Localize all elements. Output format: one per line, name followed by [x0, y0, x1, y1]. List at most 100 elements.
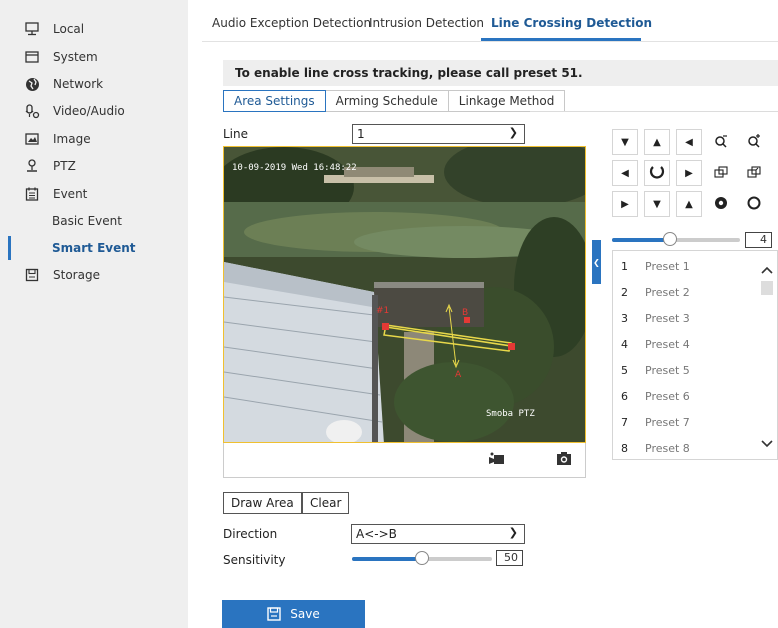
preset-number: 3: [621, 311, 628, 325]
ptz-speed-slider-handle[interactable]: [662, 232, 677, 246]
chevron-down-icon[interactable]: [761, 437, 773, 451]
ptz-speed-slider-fill: [612, 238, 670, 242]
preset-name: Preset 2: [645, 285, 690, 299]
sidebar-item-network[interactable]: Network: [24, 71, 103, 97]
iris-open-button[interactable]: [741, 191, 767, 217]
line-point-label: #1: [376, 306, 389, 316]
focus-far-button[interactable]: [741, 160, 767, 186]
preset-number: 2: [621, 285, 628, 299]
line-select[interactable]: 1 ❯: [352, 124, 525, 144]
ptz-auto-scan-button[interactable]: [644, 160, 670, 186]
image-icon: [24, 131, 40, 147]
ptz-down-left-button[interactable]: ▶: [612, 191, 638, 217]
preset-row[interactable]: 8 Preset 8: [613, 435, 758, 459]
chevron-up-icon[interactable]: [761, 263, 773, 277]
subtab-arming-schedule[interactable]: Arming Schedule: [325, 90, 449, 112]
tab-audio-exception-detection[interactable]: Audio Exception Detection: [212, 16, 371, 30]
ptz-up-right-button[interactable]: ◀: [676, 129, 702, 155]
ptz-up-button[interactable]: ▲: [644, 129, 670, 155]
preset-row[interactable]: 6 Preset 6: [613, 383, 758, 409]
preset-name: Preset 8: [645, 441, 690, 455]
preset-number: 4: [621, 337, 628, 351]
preset-row[interactable]: 3 Preset 3: [613, 305, 758, 331]
preset-name: Preset 3: [645, 311, 690, 325]
ptz-speed-slider[interactable]: [612, 232, 740, 246]
ptz-speed-value[interactable]: 4: [745, 232, 772, 248]
ptz-down-right-button[interactable]: ▲: [676, 191, 702, 217]
subtab-linkage-method[interactable]: Linkage Method: [448, 90, 566, 112]
iris-close-button[interactable]: [708, 191, 734, 217]
tab-intrusion-detection[interactable]: Intrusion Detection: [369, 16, 484, 30]
preset-row[interactable]: 2 Preset 2: [613, 279, 758, 305]
sensitivity-value[interactable]: 50: [496, 550, 523, 566]
direction-select-value: A<->B: [356, 527, 397, 541]
ptz-icon: [24, 158, 40, 174]
ptz-down-button[interactable]: ▼: [644, 191, 670, 217]
preset-name: Preset 7: [645, 415, 690, 429]
sidebar-item-label: PTZ: [53, 159, 76, 173]
preset-row[interactable]: 7 Preset 7: [613, 409, 758, 435]
zoom-out-button[interactable]: [708, 129, 734, 155]
sidebar-item-label: Network: [53, 77, 104, 91]
calendar-icon: [24, 186, 40, 202]
line-select-value: 1: [357, 127, 365, 141]
monitor-icon: [24, 21, 40, 37]
sidebar-subitem-basic-event[interactable]: Basic Event: [52, 208, 122, 234]
osd-timestamp: 10-09-2019 Wed 16:48:22: [232, 163, 357, 173]
sidebar-item-label: Event: [53, 187, 88, 201]
preset-row[interactable]: 1 Preset 1: [613, 253, 758, 279]
arrow-down-left-icon: ▶: [621, 198, 629, 210]
preset-scrollbar[interactable]: [757, 251, 777, 459]
save-button[interactable]: Save: [222, 600, 365, 628]
subtab-area-settings[interactable]: Area Settings: [223, 90, 326, 112]
collapse-ptz-panel-button[interactable]: ❮: [592, 240, 601, 284]
preset-number: 1: [621, 259, 628, 273]
ptz-left-button[interactable]: ◀: [612, 160, 638, 186]
sidebar-item-local[interactable]: Local: [24, 16, 84, 42]
sidebar-item-image[interactable]: Image: [24, 126, 91, 152]
ptz-right-button[interactable]: ▶: [676, 160, 702, 186]
line-label: Line: [223, 127, 249, 141]
sidebar-item-video-audio[interactable]: Video/Audio: [24, 98, 125, 124]
preset-number: 8: [621, 441, 628, 455]
save-label: Save: [290, 607, 320, 621]
iris-close-icon: [714, 196, 728, 213]
camera-icon[interactable]: [556, 451, 572, 469]
zoom-in-icon: [747, 133, 761, 151]
draw-area-button[interactable]: Draw Area: [223, 492, 302, 514]
live-video[interactable]: #1 B A 10-09-2019 Wed 16:48:22 Smoba PTZ: [223, 146, 586, 443]
arrow-up-left-icon: ▼: [621, 136, 629, 148]
sidebar-item-label: Image: [53, 132, 91, 146]
storage-icon: [24, 267, 40, 283]
sidebar: Local System Network Video/Audio Image P…: [0, 0, 188, 628]
direction-select[interactable]: A<->B ❯: [351, 524, 525, 544]
tab-line-crossing-detection[interactable]: Line Crossing Detection: [491, 16, 652, 30]
sidebar-item-ptz[interactable]: PTZ: [24, 153, 76, 179]
clear-button[interactable]: Clear: [302, 492, 350, 514]
subtabs-divider: [530, 111, 778, 112]
preset-row[interactable]: 5 Preset 5: [613, 357, 758, 383]
line-label-a: A: [455, 370, 462, 380]
sidebar-item-label: Smart Event: [52, 241, 136, 255]
sensitivity-slider-handle[interactable]: [415, 551, 429, 565]
settings-subtabs: Area Settings Arming Schedule Linkage Me…: [223, 90, 566, 112]
preset-number: 5: [621, 363, 628, 377]
zoom-in-button[interactable]: [741, 129, 767, 155]
sidebar-item-system[interactable]: System: [24, 44, 98, 70]
focus-near-button[interactable]: [708, 160, 734, 186]
sidebar-subitem-smart-event[interactable]: Smart Event: [52, 235, 136, 261]
preset-name: Preset 5: [645, 363, 690, 377]
preset-row[interactable]: 4 Preset 4: [613, 331, 758, 357]
preset-number: 7: [621, 415, 628, 429]
sidebar-item-event[interactable]: Event: [24, 181, 87, 207]
chevron-down-icon: ❯: [508, 526, 518, 539]
sensitivity-slider[interactable]: [352, 551, 492, 565]
preset-scrollbar-thumb[interactable]: [761, 281, 773, 295]
preset-list[interactable]: 1 Preset 1 2 Preset 2 3 Preset 3 4 Preset 4 …: [612, 250, 778, 460]
ptz-up-left-button[interactable]: ▼: [612, 129, 638, 155]
chevron-left-icon: ❮: [593, 257, 600, 267]
sidebar-item-storage[interactable]: Storage: [24, 262, 100, 288]
globe-icon: [24, 76, 40, 92]
record-icon[interactable]: [489, 452, 505, 469]
sidebar-item-label: Video/Audio: [53, 104, 125, 118]
